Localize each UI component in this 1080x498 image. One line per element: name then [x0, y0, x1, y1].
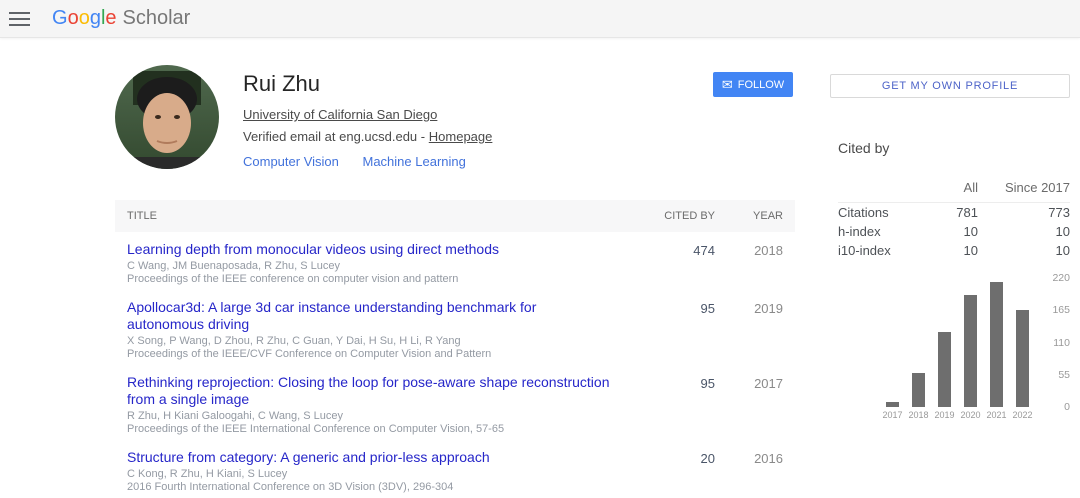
citation-bar-2019[interactable] [938, 332, 951, 407]
column-header-cited-by[interactable]: CITED BY [640, 210, 715, 222]
cited-by-panel: Cited by All Since 2017 Citations 781 77… [838, 140, 1070, 260]
publication-authors: C Kong, R Zhu, H Kiani, S Lucey [127, 468, 614, 481]
publications-table-header: TITLE CITED BY YEAR [115, 200, 795, 232]
publication-venue: Proceedings of the IEEE conference on co… [127, 273, 614, 286]
chart-x-tick-label: 2017 [880, 410, 906, 420]
publication-venue: 2016 Fourth International Conference on … [127, 481, 614, 494]
cited-by-row-label: h-index [838, 224, 920, 239]
h-index-since-value: 10 [978, 224, 1070, 239]
logo-scholar-text: Scholar [123, 7, 191, 30]
publication-cited-count[interactable]: 20 [640, 449, 715, 466]
citations-all-value: 781 [920, 205, 978, 220]
publication-row: Structure from category: A generic and p… [115, 440, 795, 498]
chart-x-tick-label: 2021 [984, 410, 1010, 420]
interest-link-computer-vision[interactable]: Computer Vision [243, 154, 339, 169]
citations-bar-chart: 201720182019202020212022 220 165 110 55 0 [868, 268, 1072, 426]
cited-by-row-label: Citations [838, 205, 920, 220]
chart-x-tick-label: 2018 [906, 410, 932, 420]
homepage-link[interactable]: Homepage [429, 129, 493, 144]
publication-venue: Proceedings of the IEEE International Co… [127, 423, 614, 436]
chart-y-tick-label: 110 [1036, 337, 1070, 349]
profile-info: Rui Zhu University of California San Die… [243, 71, 492, 169]
publications-table: TITLE CITED BY YEAR Learning depth from … [115, 200, 795, 498]
publication-row: Learning depth from monocular videos usi… [115, 232, 795, 290]
follow-button[interactable]: ✉ FOLLOW [713, 72, 793, 97]
cited-by-row-citations: Citations 781 773 [838, 203, 1070, 222]
verified-email-text: Verified email at eng.ucsd.edu [243, 129, 417, 144]
column-header-title[interactable]: TITLE [127, 210, 640, 222]
publication-cited-count[interactable]: 95 [640, 299, 715, 316]
logo-letter: e [105, 7, 116, 30]
top-app-bar: G o o g l e Scholar [0, 0, 1080, 38]
publication-title-link[interactable]: Learning depth from monocular videos usi… [127, 241, 614, 258]
chart-x-tick-label: 2020 [958, 410, 984, 420]
cited-by-row-label: i10-index [838, 243, 920, 258]
interest-link-machine-learning[interactable]: Machine Learning [363, 154, 466, 169]
publication-year: 2018 [715, 241, 795, 258]
chart-y-tick-label: 0 [1036, 401, 1070, 413]
menu-icon[interactable] [9, 8, 30, 30]
publication-cited-count[interactable]: 95 [640, 374, 715, 391]
publication-authors: R Zhu, H Kiani Galoogahi, C Wang, S Luce… [127, 410, 614, 423]
publication-year: 2019 [715, 299, 795, 316]
cited-by-row-i10-index: i10-index 10 10 [838, 241, 1070, 260]
logo-letter: o [79, 7, 90, 30]
publication-row: Rethinking reprojection: Closing the loo… [115, 365, 795, 440]
chart-y-tick-label: 220 [1036, 272, 1070, 284]
citation-bar-2020[interactable] [964, 295, 977, 407]
profile-name: Rui Zhu [243, 71, 492, 97]
profile-photo[interactable] [115, 65, 219, 169]
citation-bar-2018[interactable] [912, 373, 925, 407]
cited-by-col-since: Since 2017 [978, 180, 1070, 195]
publication-year: 2016 [715, 449, 795, 466]
follow-button-label: FOLLOW [738, 79, 784, 91]
publication-title-link[interactable]: Rethinking reprojection: Closing the loo… [127, 374, 614, 408]
affiliation-link[interactable]: University of California San Diego [243, 107, 437, 122]
citations-chart-plot [868, 268, 1034, 407]
cited-by-col-all: All [920, 180, 978, 195]
separator: - [421, 129, 425, 144]
i10-index-since-value: 10 [978, 243, 1070, 258]
citation-bar-2022[interactable] [1016, 310, 1029, 407]
publication-year: 2017 [715, 374, 795, 391]
h-index-all-value: 10 [920, 224, 978, 239]
logo-letter: o [68, 7, 79, 30]
citations-since-value: 773 [978, 205, 1070, 220]
citation-bar-2021[interactable] [990, 282, 1003, 407]
chart-y-tick-label: 55 [1036, 369, 1070, 381]
publication-cited-count[interactable]: 474 [640, 241, 715, 258]
logo-letter: g [90, 7, 101, 30]
cited-by-title[interactable]: Cited by [838, 140, 1070, 156]
interests: Computer Vision Machine Learning [243, 154, 492, 169]
get-my-own-profile-button[interactable]: GET MY OWN PROFILE [830, 74, 1070, 98]
cited-by-row-h-index: h-index 10 10 [838, 222, 1070, 241]
publication-authors: X Song, P Wang, D Zhou, R Zhu, C Guan, Y… [127, 335, 614, 348]
cited-by-header-row: All Since 2017 [838, 180, 1070, 203]
envelope-icon: ✉ [722, 78, 733, 91]
verified-email-line: Verified email at eng.ucsd.edu - Homepag… [243, 129, 492, 144]
logo-letter: G [52, 7, 68, 30]
publication-row: Apollocar3d: A large 3d car instance und… [115, 290, 795, 365]
publication-venue: Proceedings of the IEEE/CVF Conference o… [127, 348, 614, 361]
chart-x-tick-label: 2019 [932, 410, 958, 420]
chart-x-tick-label: 2022 [1010, 410, 1036, 420]
publication-title-link[interactable]: Structure from category: A generic and p… [127, 449, 614, 466]
i10-index-all-value: 10 [920, 243, 978, 258]
citation-bar-2017[interactable] [886, 402, 899, 407]
column-header-year[interactable]: YEAR [715, 210, 795, 222]
chart-y-tick-label: 165 [1036, 304, 1070, 316]
google-scholar-logo[interactable]: G o o g l e Scholar [52, 7, 190, 30]
publication-title-link[interactable]: Apollocar3d: A large 3d car instance und… [127, 299, 614, 333]
publication-authors: C Wang, JM Buenaposada, R Zhu, S Lucey [127, 260, 614, 273]
